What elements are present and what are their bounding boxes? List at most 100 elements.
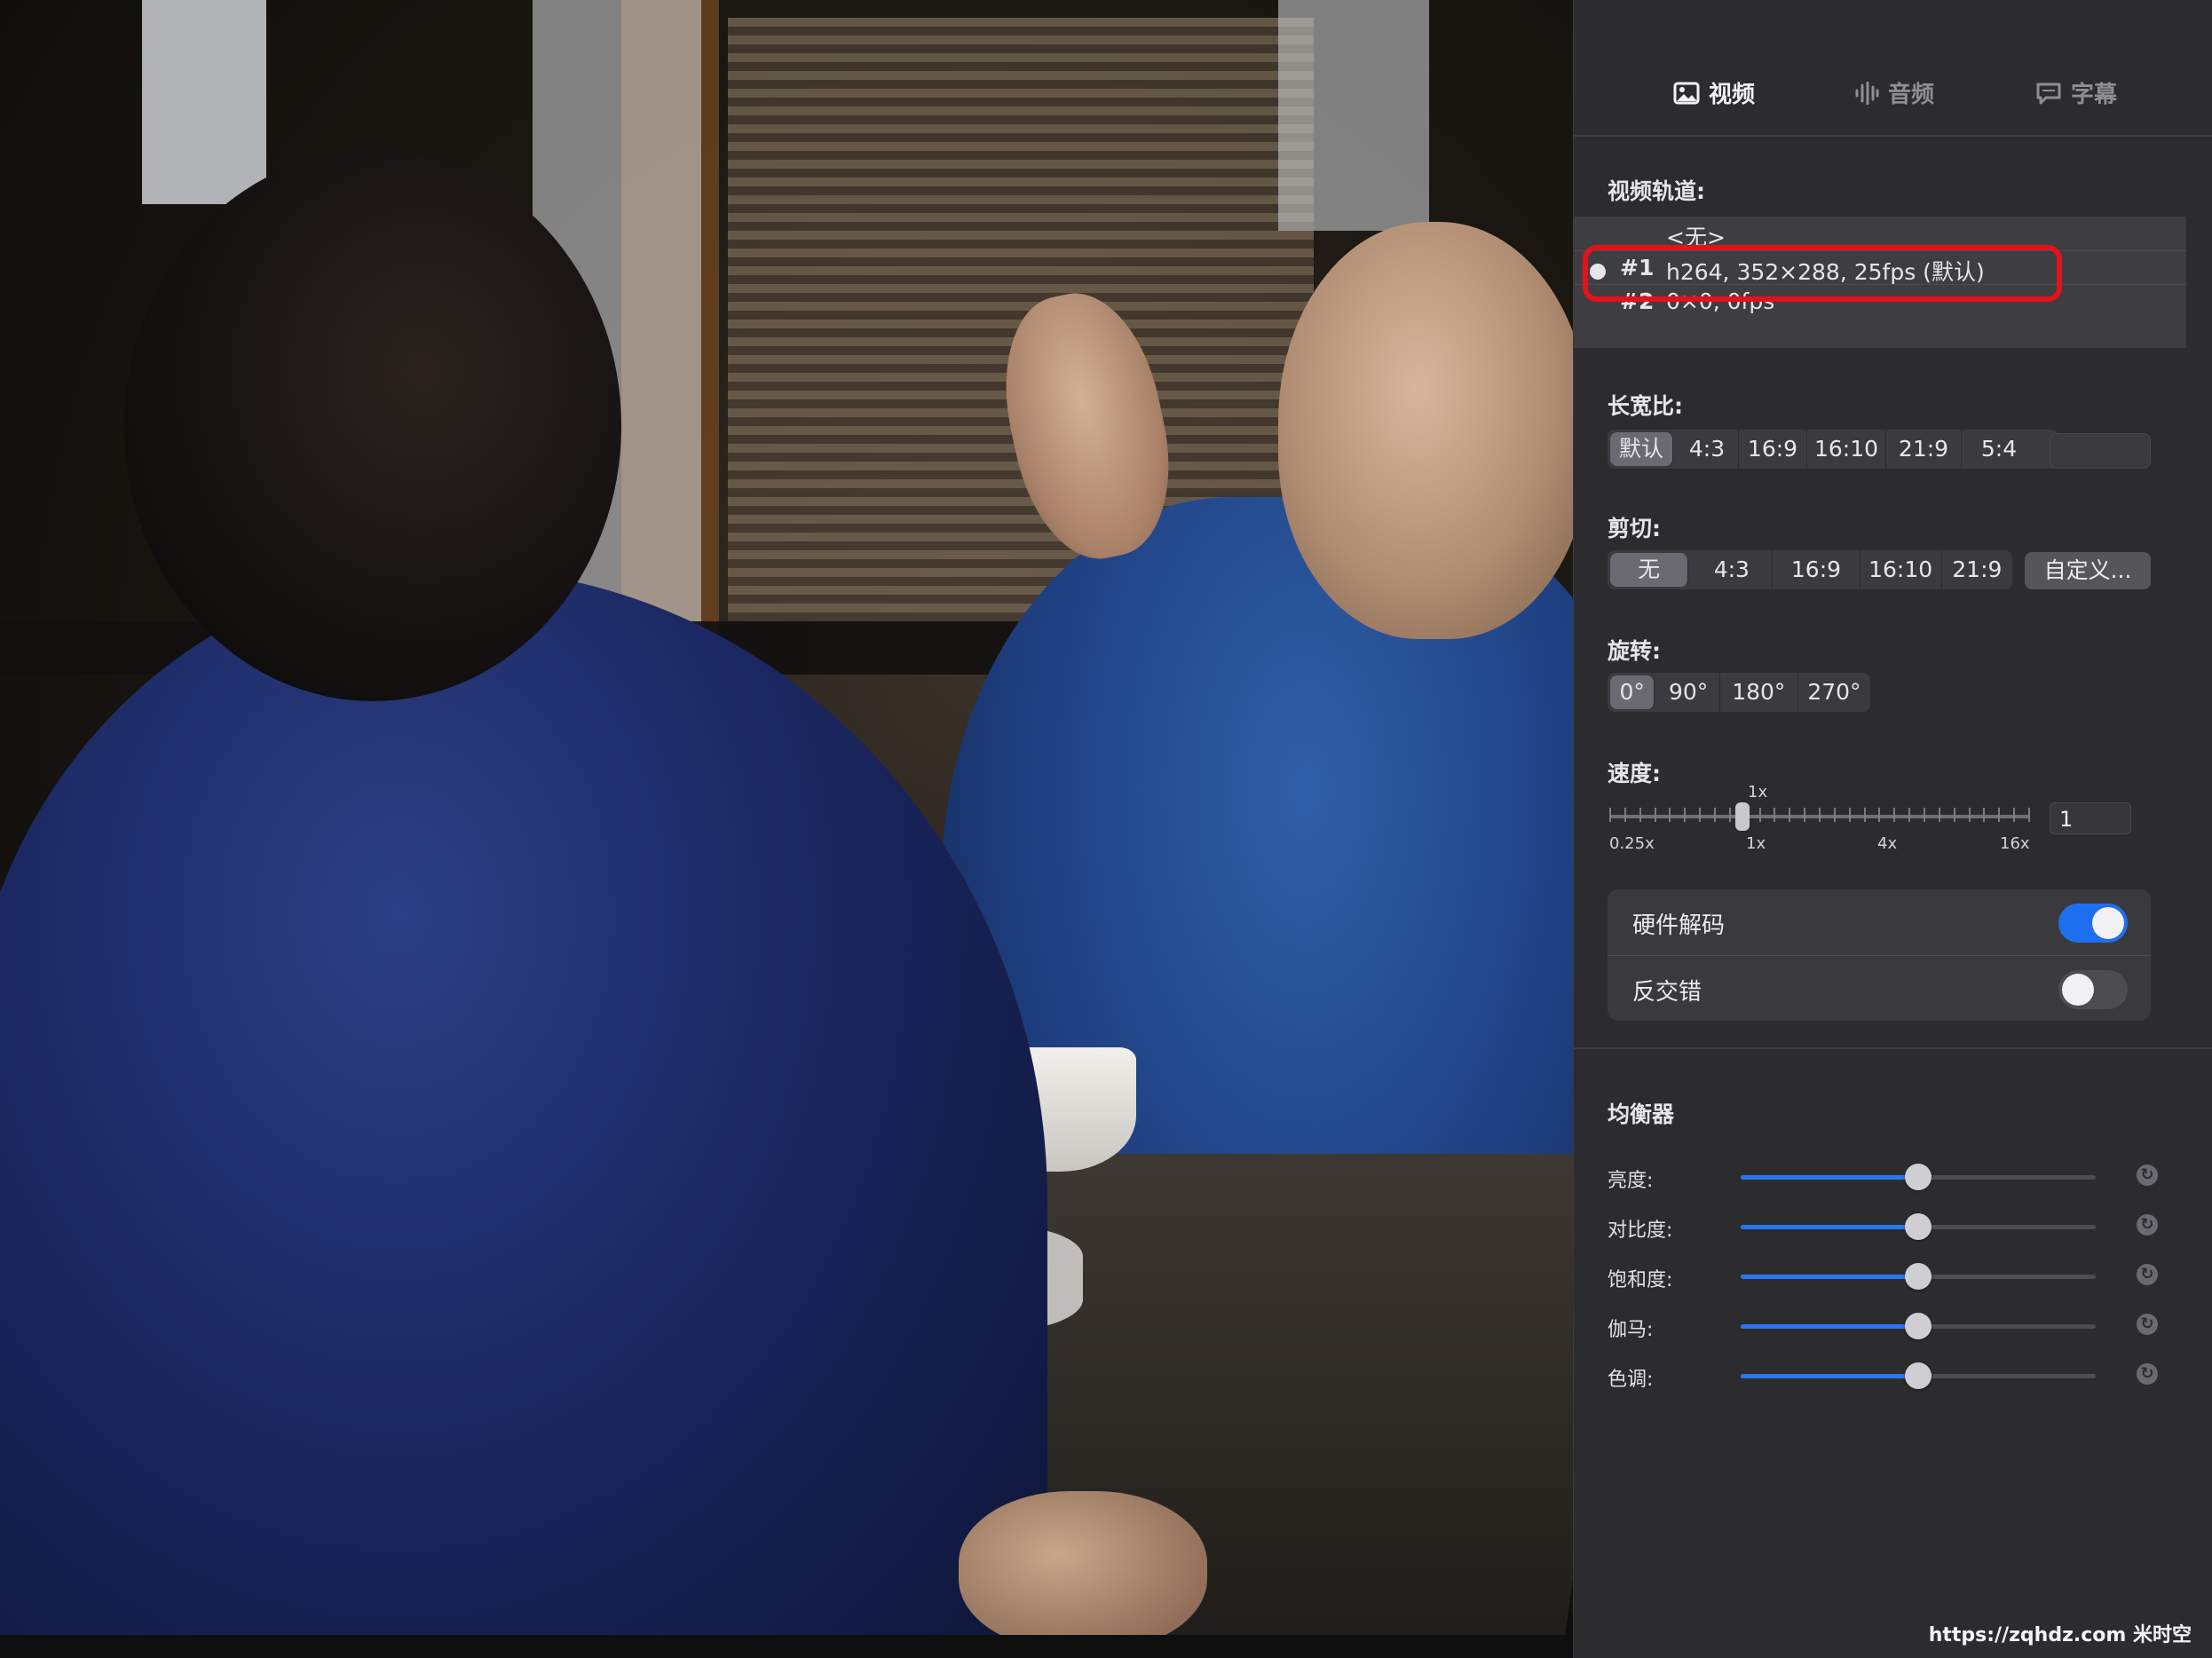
video-settings-panel: 视频 音频 字幕 视频轨道: <无> #1 h264, 352×288, 25f… <box>1573 0 2212 1658</box>
speed-tick-mark <box>1759 808 1761 822</box>
reset-icon[interactable]: ↻ <box>2137 1264 2158 1285</box>
speed-tick-mark <box>1849 808 1851 822</box>
rotation-option[interactable]: 0° <box>1610 675 1655 709</box>
speed-tick-mark <box>1939 808 1940 822</box>
video-frame[interactable] <box>0 0 1573 1658</box>
video-bottom-strip <box>0 1635 1573 1658</box>
rotation-segmented-control: 0° 90° 180° 270° <box>1608 673 1870 712</box>
equalizer-slider-knob[interactable] <box>1905 1164 1932 1190</box>
speed-tick-mark <box>1998 808 2000 822</box>
crop-segmented-control: 无 4:3 16:9 16:10 21:9 <box>1608 550 2012 589</box>
aspect-option[interactable]: 5:4 <box>1962 430 2036 469</box>
equalizer-label: 亮度: <box>1608 1170 1654 1192</box>
deinterlace-row: 反交错 <box>1608 955 2151 1022</box>
tab-audio[interactable]: 音频 <box>1854 76 1934 109</box>
hardware-decode-row: 硬件解码 <box>1608 889 2151 955</box>
equalizer-label: 色调: <box>1608 1369 1654 1391</box>
reset-icon[interactable]: ↻ <box>2137 1314 2158 1335</box>
rotation-option[interactable]: 270° <box>1798 673 1870 712</box>
video-window-light <box>1278 0 1429 231</box>
speed-tick-mark <box>1819 808 1821 822</box>
crop-custom-button[interactable]: 自定义... <box>2025 552 2151 589</box>
speed-tick-mark <box>1954 808 1955 822</box>
watermark-text: https://zqhdz.com 米时空 <box>1928 1624 2192 1646</box>
hardware-decode-toggle[interactable] <box>2058 904 2128 943</box>
equalizer-slider[interactable] <box>1741 1313 2096 1339</box>
crop-option[interactable]: 无 <box>1610 553 1689 587</box>
equalizer-slider[interactable] <box>1741 1164 2096 1190</box>
speed-tick-mark <box>1655 808 1656 822</box>
equalizer-row: 饱和度: ↻ <box>1608 1259 2176 1294</box>
speed-current-label: 1x <box>1748 783 1768 801</box>
speed-title: 速度: <box>1608 761 1661 786</box>
speed-tick-mark <box>1969 808 1971 822</box>
annotation-highlight-ring <box>1583 245 2062 302</box>
speed-slider-knob[interactable] <box>1735 802 1750 831</box>
equalizer-slider-knob[interactable] <box>1905 1362 1932 1389</box>
equalizer-slider[interactable] <box>1741 1362 2096 1389</box>
rotation-option[interactable]: 180° <box>1720 673 1798 712</box>
equalizer-row: 色调: ↻ <box>1608 1358 2176 1394</box>
equalizer-slider-fill <box>1741 1324 1918 1329</box>
equalizer-slider-knob[interactable] <box>1905 1313 1932 1339</box>
equalizer-row: 伽马: ↻ <box>1608 1308 2176 1344</box>
aspect-option[interactable]: 默认 <box>1610 432 1673 466</box>
aspect-option[interactable]: 16:10 <box>1807 430 1886 469</box>
speed-tick-mark <box>1924 808 1925 822</box>
equalizer-title: 均衡器 <box>1608 1101 1675 1127</box>
crop-option[interactable]: 4:3 <box>1691 550 1774 589</box>
waveform-icon <box>1855 81 1879 105</box>
speed-tick-label: 16x <box>2000 834 2030 853</box>
tab-bar: 视频 音频 字幕 <box>1574 0 2212 137</box>
equalizer-slider-fill <box>1741 1374 1918 1378</box>
crop-option[interactable]: 21:9 <box>1942 550 2012 589</box>
speed-tick-mark <box>1893 808 1895 822</box>
section-divider <box>1574 1047 2212 1049</box>
speed-tick-mark <box>1624 808 1626 822</box>
aspect-option[interactable]: 16:9 <box>1739 430 1807 469</box>
reset-icon[interactable]: ↻ <box>2137 1214 2158 1236</box>
speed-tick-mark <box>1684 808 1686 822</box>
equalizer-label: 饱和度: <box>1608 1269 1673 1291</box>
aspect-option[interactable]: 4:3 <box>1676 430 1739 469</box>
deinterlace-toggle[interactable] <box>2058 970 2128 1009</box>
speed-value-input[interactable]: 1 <box>2050 802 2131 834</box>
crop-option[interactable]: 16:9 <box>1773 550 1860 589</box>
tab-subtitle[interactable]: 字幕 <box>2035 76 2117 109</box>
speed-tick-mark <box>1609 808 1611 822</box>
video-window-light <box>142 0 266 204</box>
rotation-title: 旋转: <box>1608 638 1661 664</box>
equalizer-slider-knob[interactable] <box>1905 1213 1932 1240</box>
hardware-decode-label: 硬件解码 <box>1632 912 1726 939</box>
speed-tick-mark <box>1669 808 1671 822</box>
equalizer-row: 对比度: ↻ <box>1608 1209 2176 1244</box>
aspect-option[interactable]: 21:9 <box>1886 430 1962 469</box>
speed-tick-mark <box>1983 808 1985 822</box>
speed-tick-mark <box>1714 808 1716 822</box>
video-man-left-robe <box>0 568 1047 1658</box>
video-man-right-head <box>1278 222 1573 639</box>
aspect-custom-field[interactable] <box>2050 433 2151 469</box>
reset-icon[interactable]: ↻ <box>2137 1165 2158 1186</box>
rotation-option[interactable]: 90° <box>1657 673 1720 712</box>
tab-video[interactable]: 视频 <box>1673 76 1755 109</box>
equalizer-slider[interactable] <box>1741 1263 2096 1290</box>
equalizer-slider-fill <box>1741 1225 1918 1229</box>
aspect-ratio-segmented-control: 默认 4:3 16:9 16:10 21:9 5:4 <box>1608 430 2058 469</box>
equalizer-row: 亮度: ↻ <box>1608 1159 2176 1195</box>
equalizer-slider[interactable] <box>1741 1213 2096 1240</box>
speed-tick-mark <box>1878 808 1880 822</box>
image-icon <box>1673 82 1700 104</box>
speech-bubble-icon <box>2036 83 2061 104</box>
reset-icon[interactable]: ↻ <box>2137 1363 2158 1385</box>
speed-tick-mark <box>1864 808 1866 822</box>
aspect-ratio-title: 长宽比: <box>1608 393 1683 419</box>
speed-tick-label: 0.25x <box>1609 834 1655 853</box>
deinterlace-label: 反交错 <box>1632 979 1702 1006</box>
speed-tick-mark <box>1699 808 1701 822</box>
crop-option[interactable]: 16:10 <box>1860 550 1942 589</box>
equalizer-slider-knob[interactable] <box>1905 1263 1932 1290</box>
crop-title: 剪切: <box>1608 516 1661 541</box>
equalizer-label: 伽马: <box>1608 1319 1654 1341</box>
speed-tick-mark <box>1774 808 1775 822</box>
